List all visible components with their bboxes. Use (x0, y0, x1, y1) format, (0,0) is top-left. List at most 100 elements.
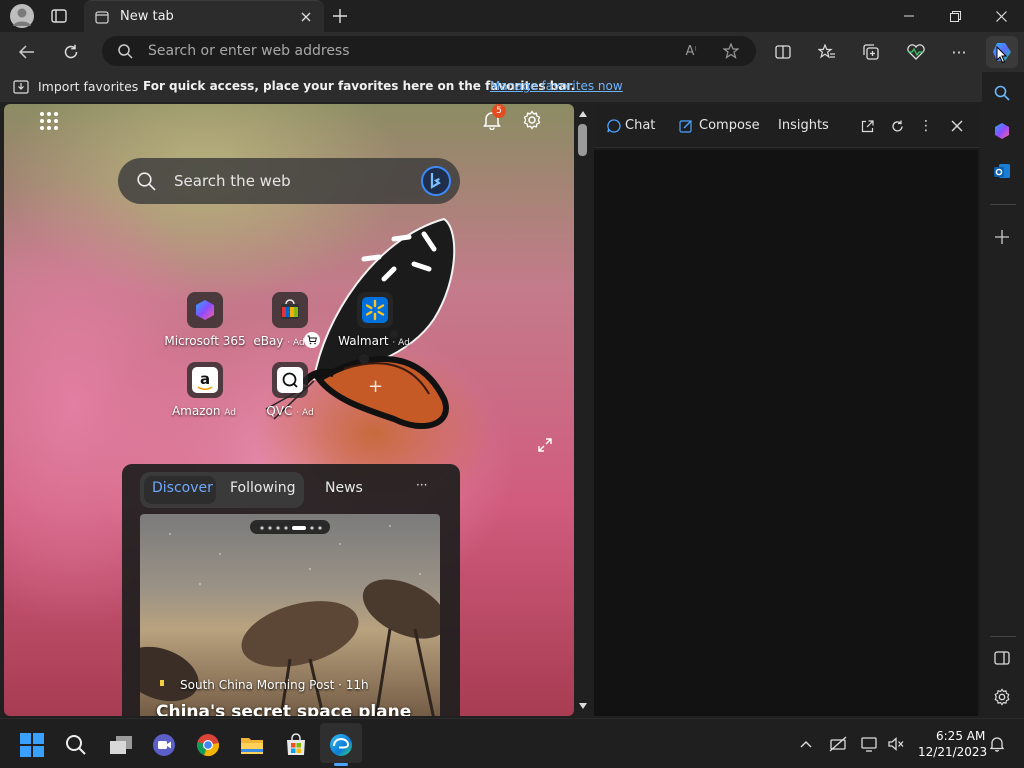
network-offline-icon[interactable] (828, 735, 848, 753)
manage-favorites-link[interactable]: Manage favorites now (490, 79, 623, 93)
article-source: South China Morning Post · 11h (180, 678, 369, 692)
chat-icon (606, 118, 622, 134)
tab-new-tab[interactable]: New tab (84, 0, 324, 32)
feed-more-icon[interactable]: ··· (416, 478, 427, 492)
teams-chat-icon[interactable] (151, 732, 177, 758)
workspaces-icon[interactable] (48, 6, 70, 26)
read-aloud-icon[interactable]: A ⁾ (680, 42, 702, 60)
quicklink-label: QVC · Ad (266, 404, 314, 418)
hide-sidebar-icon[interactable] (991, 647, 1013, 669)
copilot-pane-content (594, 150, 978, 716)
apps-launcher-icon[interactable] (38, 110, 60, 132)
clock-time[interactable]: 6:25 AM (936, 729, 985, 743)
quicklink-label: Walmart · Ad (338, 334, 410, 348)
microsoft-store-icon[interactable] (283, 732, 309, 758)
favorites-icon[interactable] (816, 42, 838, 62)
tab-insights[interactable]: Insights (778, 118, 829, 133)
article-card[interactable]: South China Morning Post · 11h China's s… (140, 514, 440, 716)
tab-title: New tab (120, 9, 174, 24)
taskbar-search-icon[interactable] (64, 733, 88, 757)
amazon-icon: a (192, 367, 218, 393)
qvc-icon (277, 367, 303, 393)
outlook-icon[interactable] (991, 160, 1013, 182)
quicklink-ebay[interactable] (272, 292, 308, 328)
page-settings-icon[interactable] (520, 108, 544, 132)
search-icon (116, 43, 134, 59)
notification-badge: 5 (492, 104, 506, 118)
quicklink-label: Microsoft 365 (164, 334, 246, 348)
favorite-star-icon[interactable] (720, 42, 742, 60)
edge-icon[interactable] (328, 732, 354, 758)
close-tab-icon[interactable] (298, 9, 314, 25)
copilot-sidebar-icon[interactable] (991, 120, 1013, 142)
notification-center-icon[interactable] (988, 735, 1006, 753)
carousel-indicator[interactable] (250, 520, 330, 534)
copilot-pane: Chat Compose Insights ⋮ (594, 104, 980, 716)
refresh-icon[interactable] (60, 42, 82, 62)
tab-discover[interactable]: Discover (152, 480, 213, 496)
close-window-button[interactable] (988, 6, 1014, 26)
tab-compose[interactable]: Compose (699, 118, 760, 133)
restore-button[interactable] (942, 6, 968, 26)
import-favorites-link[interactable]: Import favorites (38, 79, 138, 94)
add-shortcut-button[interactable]: + (368, 376, 383, 397)
add-sidebar-app-icon[interactable] (991, 226, 1013, 248)
task-view-icon[interactable] (108, 733, 134, 757)
profile-avatar[interactable] (10, 4, 34, 28)
refresh-pane-icon[interactable] (888, 118, 906, 134)
tab-news[interactable]: News (325, 480, 363, 496)
compose-icon (678, 118, 694, 134)
close-pane-icon[interactable] (948, 118, 966, 134)
copilot-button[interactable] (986, 36, 1018, 68)
navigation-toolbar: Search or enter web address A ⁾ ··· (0, 32, 1024, 72)
scroll-down-icon[interactable] (578, 702, 588, 710)
browser-essentials-icon[interactable] (904, 42, 928, 62)
new-tab-button[interactable] (330, 6, 350, 26)
rail-divider (990, 636, 1016, 637)
search-icon (136, 171, 156, 191)
active-app-indicator (334, 763, 348, 766)
windows-taskbar: 6:25 AM 12/21/2023 (0, 718, 1024, 768)
new-tab-page: 5 Search the web Microsoft 365 eBay · Ad… (4, 104, 574, 716)
news-feed-panel: Discover Following News ··· South China … (122, 464, 460, 716)
collections-icon[interactable] (860, 42, 882, 62)
notifications-bell-icon[interactable]: 5 (480, 104, 506, 132)
pane-more-icon[interactable]: ⋮ (918, 118, 934, 134)
scrollbar-thumb[interactable] (578, 124, 587, 156)
split-screen-icon[interactable] (772, 42, 794, 62)
chrome-icon[interactable] (195, 732, 221, 758)
shopping-cart-icon (304, 332, 320, 348)
show-hidden-icons-icon[interactable] (798, 737, 814, 751)
page-scrollbar[interactable] (575, 104, 591, 716)
minimize-button[interactable] (896, 6, 922, 26)
copilot-pane-header: Chat Compose Insights ⋮ (594, 104, 980, 148)
bing-chat-icon[interactable] (420, 166, 452, 196)
start-icon[interactable] (20, 733, 44, 757)
address-bar[interactable]: Search or enter web address A ⁾ (102, 36, 756, 66)
address-placeholder: Search or enter web address (148, 43, 350, 59)
tab-chat[interactable]: Chat (625, 118, 655, 133)
scroll-up-icon[interactable] (578, 110, 588, 118)
quicklink-walmart[interactable] (357, 292, 393, 328)
open-in-new-icon[interactable] (858, 118, 876, 134)
source-logo-icon (160, 680, 164, 686)
walmart-icon (362, 297, 388, 323)
search-sidebar-icon[interactable] (991, 82, 1013, 104)
file-explorer-icon[interactable] (239, 733, 265, 757)
quicklink-microsoft365[interactable] (187, 292, 223, 328)
web-search-box[interactable]: Search the web (118, 158, 460, 204)
volume-muted-icon[interactable] (886, 735, 906, 753)
display-icon[interactable] (860, 735, 880, 753)
more-options-icon[interactable]: ··· (948, 42, 970, 62)
quicklink-qvc[interactable] (272, 362, 308, 398)
clock-date[interactable]: 12/21/2023 (918, 745, 987, 759)
quicklink-amazon[interactable]: a (187, 362, 223, 398)
back-icon[interactable] (16, 42, 38, 62)
svg-text:a: a (200, 370, 210, 388)
quicklink-label: eBay · Ad (253, 334, 305, 348)
import-favorites-icon (12, 79, 30, 95)
tab-following[interactable]: Following (230, 480, 296, 496)
sidebar-settings-icon[interactable] (991, 686, 1013, 708)
article-headline[interactable]: China's secret space plane (156, 702, 411, 716)
expand-icon[interactable] (536, 436, 554, 454)
